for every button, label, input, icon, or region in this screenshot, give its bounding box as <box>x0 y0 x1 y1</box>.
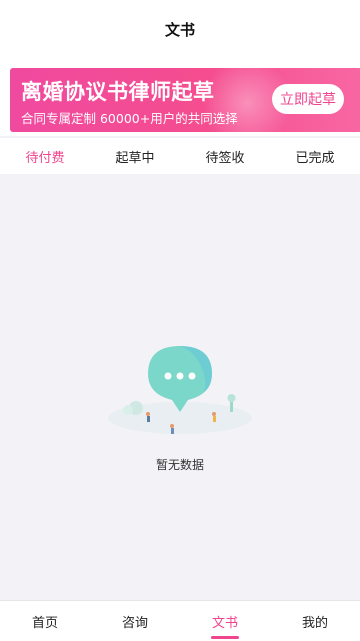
nav-documents-label: 文书 <box>211 615 238 631</box>
draft-now-button[interactable]: 立即起草 <box>272 84 344 114</box>
page-title: 文书 <box>164 20 195 39</box>
active-indicator <box>211 636 239 639</box>
chat-bubble-illustration <box>108 346 252 434</box>
nav-home-label: 首页 <box>31 615 58 631</box>
banner-container: 离婚协议书律师起草 合同专属定制 60000+用户的共同选择 立即起草 <box>0 58 360 136</box>
bottom-navigation: 首页 咨询 文书 我的 <box>0 600 360 641</box>
nav-consult[interactable]: 咨询 <box>90 601 180 641</box>
tab-pending-receipt[interactable]: 待签收 <box>180 138 270 174</box>
nav-mine-label: 我的 <box>301 615 328 631</box>
tab-completed[interactable]: 已完成 <box>270 138 360 174</box>
nav-mine[interactable]: 我的 <box>270 601 360 641</box>
status-tabs: 待付费 起草中 待签收 已完成 <box>0 138 360 174</box>
nav-consult-label: 咨询 <box>121 615 148 631</box>
nav-documents[interactable]: 文书 <box>180 601 270 641</box>
promo-banner[interactable]: 离婚协议书律师起草 合同专属定制 60000+用户的共同选择 立即起草 <box>10 68 360 132</box>
tab-pending-payment[interactable]: 待付费 <box>0 138 90 174</box>
banner-subline: 合同专属定制 60000+用户的共同选择 <box>21 111 238 126</box>
nav-home[interactable]: 首页 <box>0 601 90 641</box>
tab-drafting[interactable]: 起草中 <box>90 138 180 174</box>
empty-state-text: 暂无数据 <box>155 458 204 472</box>
top-bar: 文书 <box>0 0 360 58</box>
empty-state: 暂无数据 <box>0 334 360 474</box>
banner-headline: 离婚协议书律师起草 <box>21 80 215 104</box>
